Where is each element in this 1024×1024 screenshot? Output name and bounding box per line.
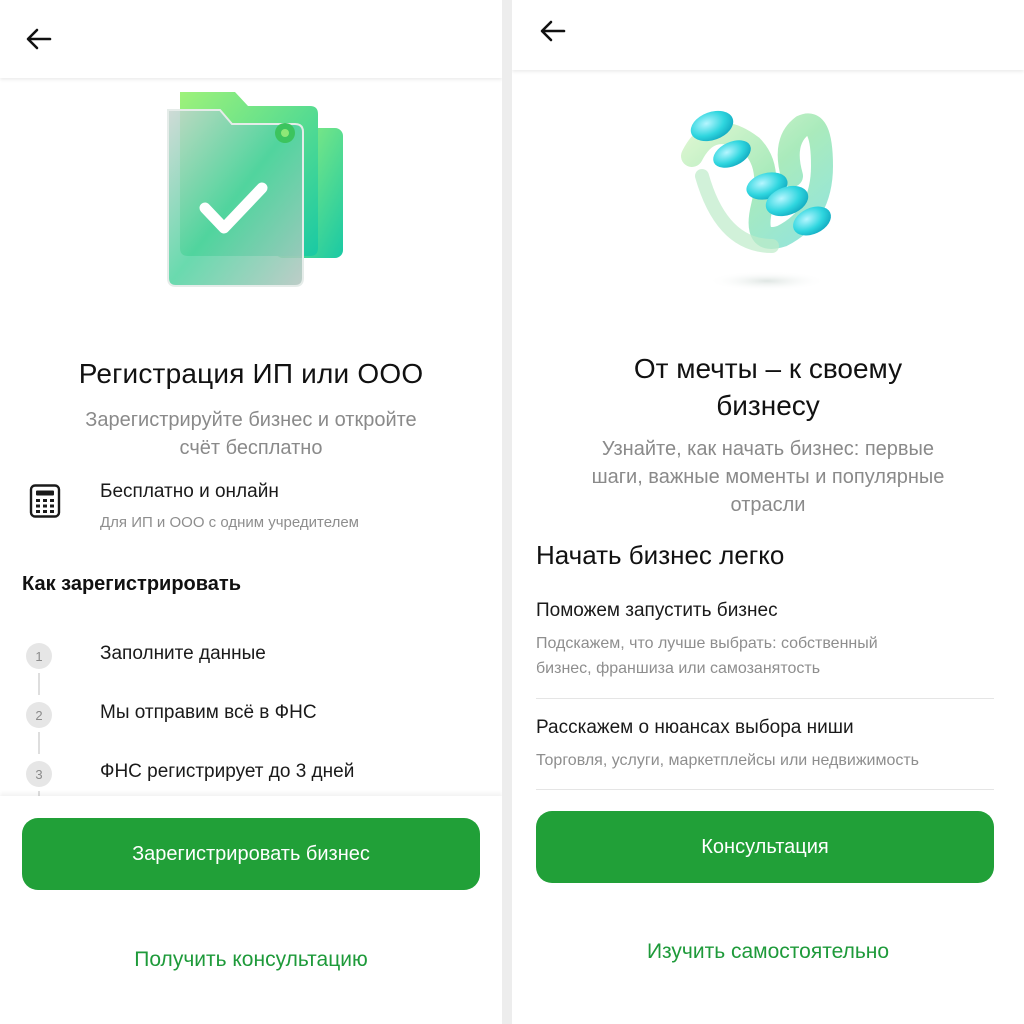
divider: [536, 698, 994, 699]
howto-heading: Как зарегистрировать: [22, 573, 242, 595]
feature-title: Бесплатно и онлайн: [100, 481, 279, 502]
step-number: 2: [26, 702, 52, 728]
info-item-title: Поможем запустить бизнес: [536, 600, 778, 621]
step-label: ФНС регистрирует до 3 дней: [100, 761, 355, 782]
info-item-description: Торговля, услуги, маркетплейсы или недви…: [536, 748, 994, 773]
step-item: 2 Мы отправим всё в ФНС: [22, 696, 482, 736]
feature-free-online: Бесплатно и онлайн Для ИП и ООО с одним …: [28, 478, 488, 538]
divider: [536, 789, 994, 790]
page-subtitle: Зарегистрируйте бизнес и откройте счёт б…: [40, 406, 462, 462]
folder-checkmark-illustration: [160, 88, 350, 288]
subtitle-line: Узнайте, как начать бизнес: первые: [601, 438, 935, 460]
back-arrow-icon[interactable]: [22, 22, 56, 56]
calculator-icon: [28, 484, 62, 518]
subtitle-line: Зарегистрируйте бизнес и откройте: [85, 409, 417, 431]
step-label: Мы отправим всё в ФНС: [100, 702, 317, 723]
ribbon-coins-illustration: [672, 96, 862, 296]
feature-description: Для ИП и ООО с одним учредителем: [100, 514, 359, 531]
get-consultation-link[interactable]: Получить консультацию: [0, 948, 502, 972]
info-item: Поможем запустить бизнес Подскажем, что …: [536, 600, 994, 681]
step-number: 3: [26, 761, 52, 787]
page-subtitle: Узнайте, как начать бизнес: первые шаги,…: [562, 435, 974, 519]
consultation-button[interactable]: Консультация: [536, 811, 994, 883]
step-item: 1 Заполните данные: [22, 637, 482, 677]
title-line: От мечты – к своему: [633, 353, 903, 384]
step-item: 3 ФНС регистрирует до 3 дней: [22, 755, 482, 795]
learn-yourself-link[interactable]: Изучить самостоятельно: [512, 940, 1024, 964]
info-item-description: Подскажем, что лучше выбрать: собственны…: [536, 631, 994, 681]
subtitle-line: шаги, важные моменты и популярные: [591, 466, 945, 488]
step-label: Заполните данные: [100, 643, 266, 664]
page-title: От мечты – к своему бизнесу: [572, 350, 964, 424]
subtitle-line: счёт бесплатно: [179, 437, 323, 459]
description-line: Торговля, услуги, маркетплейсы или недви…: [536, 752, 920, 769]
top-bar: [0, 0, 502, 78]
section-heading: Начать бизнес легко: [536, 540, 785, 570]
subtitle-line: отрасли: [730, 494, 806, 516]
description-line: бизнес, франшиза или самозанятость: [536, 660, 821, 677]
title-line: бизнесу: [716, 390, 820, 421]
back-arrow-icon[interactable]: [536, 14, 570, 48]
description-line: Подскажем, что лучше выбрать: собственны…: [536, 635, 878, 652]
info-item-title: Расскажем о нюансах выбора ниши: [536, 717, 854, 738]
info-item: Расскажем о нюансах выбора ниши Торговля…: [536, 717, 994, 773]
registration-screen: Регистрация ИП или ООО Зарегистрируйте б…: [0, 0, 502, 1024]
step-number: 1: [26, 643, 52, 669]
page-title: Регистрация ИП или ООО: [78, 358, 424, 389]
register-business-button[interactable]: Зарегистрировать бизнес: [22, 818, 480, 890]
top-bar: [512, 0, 1024, 70]
